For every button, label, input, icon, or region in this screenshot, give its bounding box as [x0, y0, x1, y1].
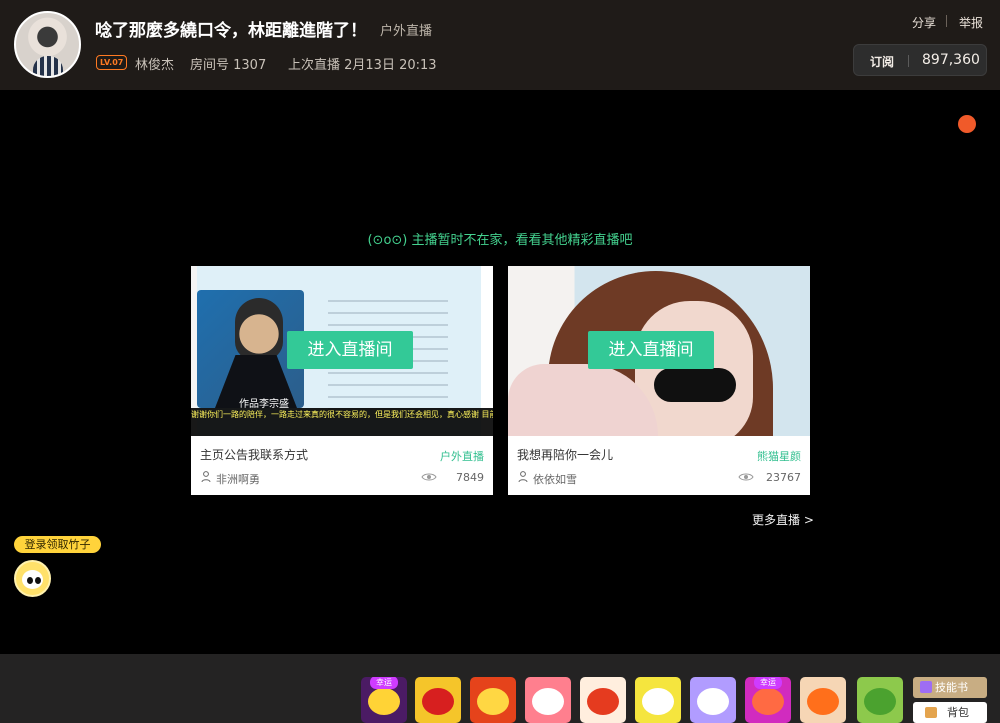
- thumbnail-caption: 谢谢你们一路的陪伴，一路走过来真的很不容易的，但是我们还会相见，真心感谢 目前还…: [191, 408, 493, 436]
- card-title[interactable]: 主页公告我联系方式: [200, 446, 308, 463]
- live-card[interactable]: 进入直播间 我想再陪你一会儿 熊猫星颜 依依如雪 23767: [508, 266, 810, 495]
- room-header: 唸了那麼多繞口令，林距離進階了！ 户外直播 LV.07 林俊杰 房间号 1307…: [0, 0, 1000, 90]
- card-host-name[interactable]: 非洲啊勇: [216, 471, 260, 487]
- gift-panda-icon[interactable]: [525, 677, 571, 723]
- panda-icon: [532, 688, 564, 715]
- gift-lucky-banner-icon[interactable]: 幸运: [745, 677, 791, 723]
- subscriber-count: 897,360: [922, 52, 980, 68]
- skill-book-label: 技能书: [935, 681, 968, 694]
- gift-bamboo-cup-icon[interactable]: [857, 677, 903, 723]
- gift-panda-face-icon[interactable]: [635, 677, 681, 723]
- view-count: 23767: [766, 471, 801, 484]
- card-thumbnail[interactable]: 进入直播间: [508, 266, 810, 436]
- bamboo-login-tip[interactable]: 登录领取竹子: [14, 536, 101, 553]
- poster-label: 作品李宗盛: [239, 399, 289, 408]
- host-avatar[interactable]: [14, 11, 81, 78]
- view-count: 7849: [456, 471, 484, 484]
- panda-face-icon: [642, 688, 674, 715]
- backpack-label: 背包: [947, 706, 969, 719]
- card-thumbnail[interactable]: 作品李宗盛 谢谢你们一路的陪伴，一路走过来真的很不容易的，但是我们还会相见，真心…: [191, 266, 493, 436]
- lucky-badge: 幸运: [370, 677, 398, 689]
- lucky-badge: 幸运: [754, 677, 782, 689]
- card-host-name[interactable]: 依依如雪: [533, 471, 577, 487]
- subscribe-divider: [908, 55, 909, 67]
- backpack-icon: [925, 707, 937, 718]
- backpack-button[interactable]: 背包: [913, 702, 987, 723]
- bell-icon: [477, 688, 509, 715]
- rocket-icon: [368, 688, 400, 715]
- room-number: 房间号 1307: [190, 58, 267, 73]
- subscribe-button[interactable]: 订阅 897,360: [853, 44, 987, 76]
- host-name[interactable]: 林俊杰: [135, 54, 174, 73]
- lobster-icon: [587, 688, 619, 715]
- bamboo-cup-icon: [864, 688, 896, 715]
- panda-eye-icon: [35, 577, 41, 584]
- room-category-link[interactable]: 户外直播: [380, 20, 432, 39]
- lucky-banner-icon: [752, 688, 784, 715]
- offline-message: (⊙o⊙) 主播暂时不在家，看看其他精彩直播吧: [367, 233, 633, 248]
- user-icon: [518, 471, 528, 483]
- gift-666-icon[interactable]: [800, 677, 846, 723]
- card-category[interactable]: 户外直播: [440, 448, 484, 464]
- user-icon: [201, 471, 211, 483]
- subscribe-label: 订阅: [870, 55, 895, 69]
- card-category[interactable]: 熊猫星颜: [757, 448, 801, 464]
- header-divider: [946, 15, 947, 27]
- king-icon: [697, 688, 729, 715]
- person-image: [235, 298, 283, 360]
- panda-eye-icon: [27, 577, 33, 584]
- panda-avatar-icon[interactable]: [14, 560, 51, 597]
- gift-king-icon[interactable]: [690, 677, 736, 723]
- card-title[interactable]: 我想再陪你一会儿: [517, 446, 613, 463]
- more-live-link[interactable]: 更多直播 >: [752, 511, 814, 528]
- skill-book-button[interactable]: 技能书: [913, 677, 987, 698]
- report-link[interactable]: 举报: [959, 14, 983, 31]
- enter-room-button[interactable]: 进入直播间: [287, 331, 413, 369]
- gift-lobster-icon[interactable]: [580, 677, 626, 723]
- enter-room-button[interactable]: 进入直播间: [588, 331, 714, 369]
- gift-bell-icon[interactable]: [470, 677, 516, 723]
- hand-image: [654, 368, 736, 402]
- 666-icon: [807, 688, 839, 715]
- gift-rocket-icon[interactable]: 幸运: [361, 677, 407, 723]
- live-card[interactable]: 作品李宗盛 谢谢你们一路的陪伴，一路走过来真的很不容易的，但是我们还会相见，真心…: [191, 266, 493, 495]
- eye-icon: [738, 473, 754, 481]
- level-badge: LV.07: [96, 55, 128, 70]
- room-title: 唸了那麼多繞口令，林距離進階了！: [95, 21, 367, 41]
- eye-icon: [421, 473, 437, 481]
- car-icon: [422, 688, 454, 715]
- status-dot: [958, 115, 976, 133]
- share-link[interactable]: 分享: [912, 14, 936, 31]
- last-live-time: 上次直播 2月13日 20:13: [288, 58, 437, 73]
- gift-car-icon[interactable]: [415, 677, 461, 723]
- skill-book-icon: [920, 681, 932, 693]
